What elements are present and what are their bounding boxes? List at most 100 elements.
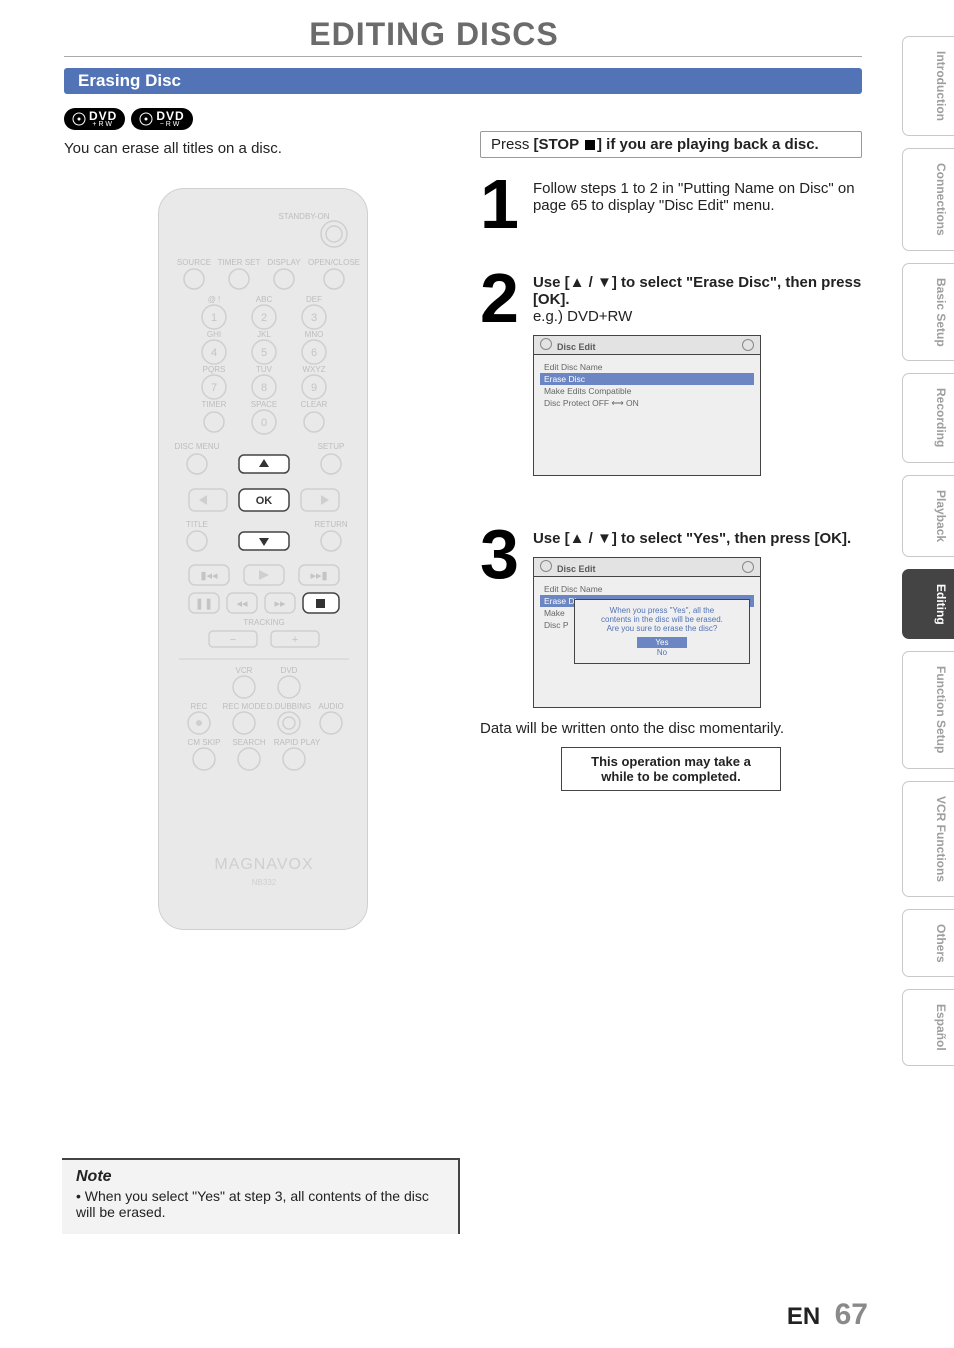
svg-text:▸▸: ▸▸ bbox=[274, 598, 286, 610]
svg-text:▸▸▮: ▸▸▮ bbox=[310, 570, 327, 582]
osd-row: Make Edits Compatible bbox=[540, 385, 754, 397]
svg-text:TIMER SET: TIMER SET bbox=[218, 258, 261, 267]
label-standby: STANDBY-ON bbox=[278, 212, 329, 221]
svg-text:3: 3 bbox=[311, 312, 317, 324]
tab-playback[interactable]: Playback bbox=[902, 475, 954, 557]
svg-text:WXYZ: WXYZ bbox=[302, 365, 325, 374]
svg-text:❚❚: ❚❚ bbox=[195, 598, 213, 610]
svg-text:−: − bbox=[230, 634, 236, 646]
svg-text:D.DUBBING: D.DUBBING bbox=[267, 702, 311, 711]
tab-editing[interactable]: Editing bbox=[902, 569, 954, 640]
step-1: 1 Follow steps 1 to 2 in "Putting Name o… bbox=[480, 180, 862, 229]
disc-icon bbox=[139, 112, 153, 126]
svg-text:RETURN: RETURN bbox=[314, 520, 348, 529]
note-box: Note • When you select "Yes" at step 3, … bbox=[62, 1158, 460, 1234]
svg-text:7: 7 bbox=[211, 382, 217, 394]
page-title: EDITING DISCS bbox=[0, 16, 868, 53]
svg-text:◂◂: ◂◂ bbox=[236, 598, 248, 610]
return-icon bbox=[742, 339, 754, 351]
svg-text:DISPLAY: DISPLAY bbox=[267, 258, 301, 267]
remote-illustration: STANDBY-ON SOURCE TIMER SET DISPLAY OPEN… bbox=[158, 188, 368, 930]
stop-icon bbox=[585, 140, 595, 150]
svg-text:REC: REC bbox=[191, 702, 208, 711]
svg-text:0: 0 bbox=[261, 417, 267, 429]
svg-text:TITLE: TITLE bbox=[186, 520, 208, 529]
svg-text:2: 2 bbox=[261, 312, 267, 324]
svg-text:1: 1 bbox=[211, 312, 217, 324]
svg-text:MNO: MNO bbox=[305, 330, 324, 339]
section-bar: Erasing Disc bbox=[64, 68, 862, 94]
osd-row: Disc Protect OFF ⟷ ON bbox=[540, 397, 754, 410]
svg-text:NB332: NB332 bbox=[252, 878, 277, 887]
step-3-result: Data will be written onto the disc momen… bbox=[480, 720, 862, 737]
step-1-text: Follow steps 1 to 2 in "Putting Name on … bbox=[533, 180, 862, 229]
badge-line2: +RW bbox=[92, 121, 114, 128]
popup-no: No bbox=[637, 648, 687, 657]
svg-text:+: + bbox=[292, 634, 298, 646]
tab-function-setup[interactable]: Function Setup bbox=[902, 651, 954, 768]
svg-text:VCR: VCR bbox=[236, 666, 253, 675]
disc-type-badges: DVD +RW DVD −RW bbox=[64, 108, 193, 130]
press-stop-bold: [STOP bbox=[534, 136, 583, 153]
tab-vcr-functions[interactable]: VCR Functions bbox=[902, 781, 954, 897]
note-title: Note bbox=[76, 1168, 444, 1186]
tab-basic-setup[interactable]: Basic Setup bbox=[902, 263, 954, 362]
osd-step-2: Disc Edit Edit Disc Name Erase Disc Make… bbox=[533, 335, 761, 476]
badge-dvd-plus-rw: DVD +RW bbox=[64, 108, 125, 130]
svg-text:TRACKING: TRACKING bbox=[243, 618, 284, 627]
press-stop-pre: Press bbox=[491, 136, 534, 153]
svg-text:4: 4 bbox=[211, 347, 217, 359]
section-title: Erasing Disc bbox=[64, 71, 181, 90]
disc-icon bbox=[72, 112, 86, 126]
svg-text:DISC MENU: DISC MENU bbox=[175, 442, 220, 451]
osd-row: Edit Disc Name bbox=[540, 361, 754, 373]
gear-icon bbox=[540, 338, 552, 350]
osd-popup: When you press "Yes", all the contents i… bbox=[574, 599, 750, 664]
svg-text:RAPID PLAY: RAPID PLAY bbox=[274, 738, 321, 747]
step-3-number: 3 bbox=[480, 530, 519, 708]
svg-text:SPACE: SPACE bbox=[251, 400, 278, 409]
page-footer: EN 67 bbox=[0, 1298, 868, 1332]
tab-recording[interactable]: Recording bbox=[902, 373, 954, 462]
press-stop-box: Press [STOP ] if you are playing back a … bbox=[480, 131, 862, 158]
osd-step-3: Disc Edit Edit Disc Name Erase Disc Make… bbox=[533, 557, 761, 708]
popup-yes: Yes bbox=[637, 637, 687, 648]
note-body: • When you select "Yes" at step 3, all c… bbox=[76, 1188, 444, 1220]
tab-espanol[interactable]: Español bbox=[902, 989, 954, 1066]
svg-text:CLEAR: CLEAR bbox=[301, 400, 328, 409]
step-3-result-box: This operation may take awhile to be com… bbox=[561, 747, 781, 791]
step-2-eg: e.g.) DVD+RW bbox=[533, 308, 632, 325]
svg-text:SETUP: SETUP bbox=[318, 442, 345, 451]
svg-text:AUDIO: AUDIO bbox=[318, 702, 343, 711]
svg-text:DVD: DVD bbox=[281, 666, 298, 675]
tab-introduction[interactable]: Introduction bbox=[902, 36, 954, 136]
svg-text:SOURCE: SOURCE bbox=[177, 258, 211, 267]
tab-others[interactable]: Others bbox=[902, 909, 954, 978]
svg-text:OPEN/CLOSE: OPEN/CLOSE bbox=[308, 258, 360, 267]
svg-text:9: 9 bbox=[311, 382, 317, 394]
step-2-number: 2 bbox=[480, 274, 519, 476]
svg-text:GHI: GHI bbox=[207, 330, 221, 339]
footer-page-number: 67 bbox=[835, 1298, 868, 1331]
svg-text:8: 8 bbox=[261, 382, 267, 394]
intro-text: You can erase all titles on a disc. bbox=[64, 140, 424, 157]
svg-text:DEF: DEF bbox=[306, 295, 322, 304]
svg-text:OK: OK bbox=[256, 495, 273, 507]
step-1-number: 1 bbox=[480, 180, 519, 229]
svg-text:ABC: ABC bbox=[256, 295, 273, 304]
step-2: 2 Use [▲ / ▼] to select "Erase Disc", th… bbox=[480, 274, 862, 476]
tab-connections[interactable]: Connections bbox=[902, 148, 954, 251]
svg-text:TIMER: TIMER bbox=[202, 400, 227, 409]
badge-line2: −RW bbox=[160, 121, 182, 128]
svg-text:5: 5 bbox=[261, 347, 267, 359]
title-divider bbox=[64, 56, 862, 57]
svg-text:TUV: TUV bbox=[256, 365, 273, 374]
gear-icon bbox=[540, 560, 552, 572]
osd-row-selected: Erase Disc bbox=[540, 373, 754, 385]
svg-text:PQRS: PQRS bbox=[203, 365, 226, 374]
svg-text:MAGNAVOX: MAGNAVOX bbox=[214, 856, 313, 873]
press-stop-post: ] if you are playing back a disc. bbox=[597, 136, 819, 153]
return-icon bbox=[742, 561, 754, 573]
svg-text:▮◂◂: ▮◂◂ bbox=[200, 570, 218, 582]
svg-text:CM SKIP: CM SKIP bbox=[188, 738, 221, 747]
